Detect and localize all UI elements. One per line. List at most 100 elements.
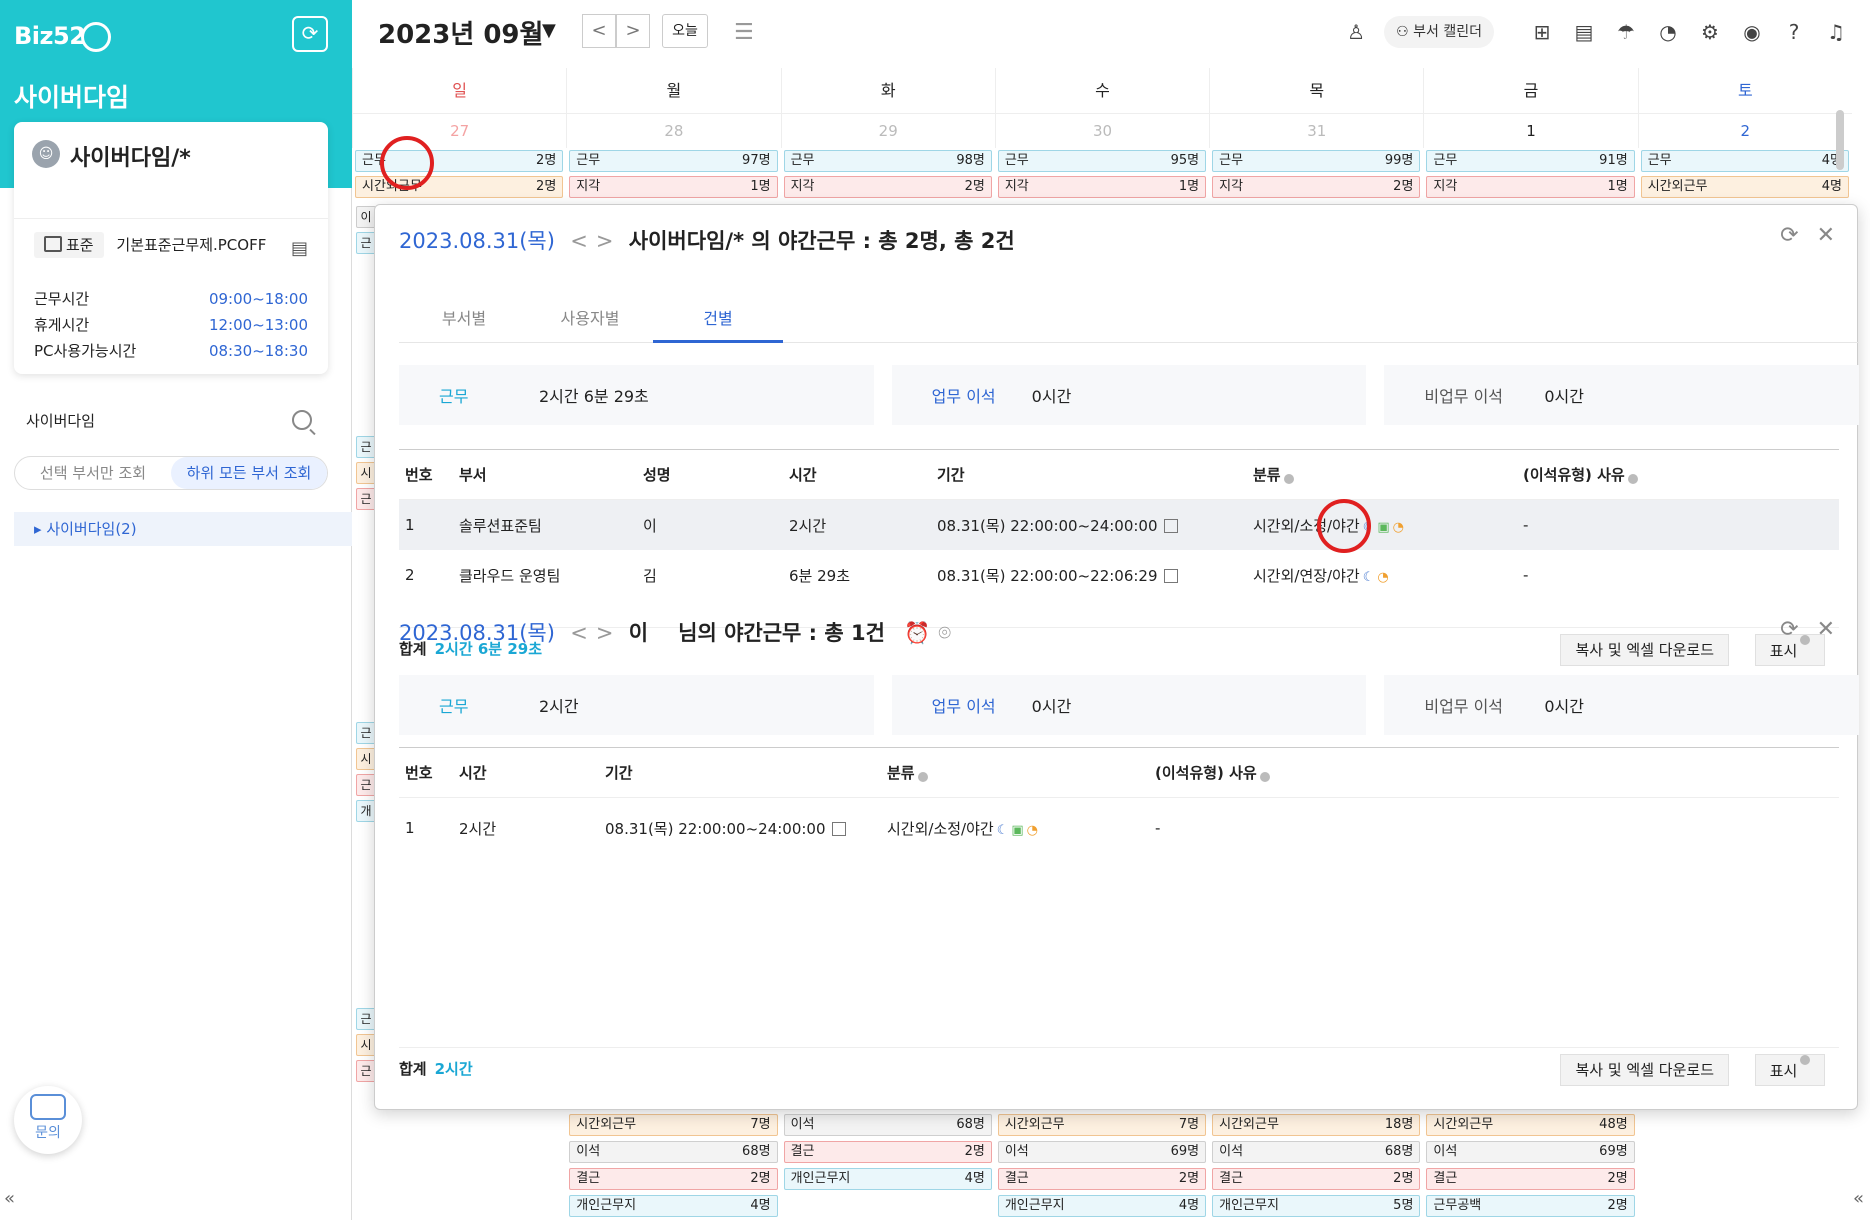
calendar-scrollbar[interactable] [1836,110,1844,170]
event-chip[interactable]: 시간외근무 7명 [569,1114,778,1136]
date-cell[interactable]: 31 [1209,114,1423,148]
close-icon[interactable]: ✕ [1817,223,1835,248]
table-row[interactable]: 1 솔루션표준팀 이 2시간 08.31(목) 22:00:00~24:00:0… [399,500,1839,550]
left-chip[interactable]: 근 [356,232,376,254]
alarm-icon[interactable]: ⏰ [904,621,930,645]
help-button[interactable]: 문의 [14,1086,82,1154]
next-date-icon[interactable]: > [596,621,614,645]
info-icon[interactable]: i [1627,474,1638,484]
list-icon[interactable]: ▤ [1570,18,1598,46]
event-chip[interactable]: 결근 2명 [783,1141,992,1163]
calendar-icon[interactable] [831,821,846,836]
event-chip[interactable]: 시간외근무 48명 [1426,1114,1635,1136]
event-chip[interactable]: 근무 99명 [1212,150,1421,172]
left-chip[interactable]: 근 [356,436,376,458]
person-icon[interactable]: ♙ [1342,18,1370,46]
event-chip[interactable]: 개인근무지 5명 [1212,1195,1421,1217]
search-icon[interactable] [292,410,312,430]
event-chip[interactable]: 이석 69명 [997,1141,1207,1163]
date-cell[interactable]: 2 [1637,114,1852,148]
date-cell[interactable]: 28 [566,114,780,148]
tab-by-dept[interactable]: 부서별 [399,295,529,343]
event-chip[interactable]: 근무 91명 [1426,150,1635,172]
dept-calendar-button[interactable]: ⚇ 부서 캘린더 [1384,16,1494,48]
event-chip[interactable]: 근무공백 2명 [1426,1195,1635,1217]
event-chip[interactable]: 근무 98명 [783,150,992,172]
left-chip[interactable]: 근 [356,1008,376,1030]
event-chip[interactable]: 이석 68명 [783,1114,992,1136]
app-logo[interactable]: Biz52 [14,22,112,52]
help-icon[interactable]: ? [1780,18,1808,46]
event-chip[interactable]: 이석 68명 [569,1141,778,1163]
date-cell[interactable]: 27 [352,114,566,148]
left-chip[interactable]: 개 [356,800,376,822]
date-cell[interactable]: 30 [994,114,1209,148]
event-chip[interactable]: 결근 2명 [997,1168,1207,1190]
event-chip[interactable]: 지각 2명 [783,176,992,198]
event-chip[interactable]: 결근 2명 [569,1168,778,1190]
calendar-icon[interactable] [1163,518,1178,533]
report-search-icon[interactable]: ⊞ [1528,18,1556,46]
excel-download-button[interactable]: 복사 및 엑셀 다운로드 [1560,1054,1729,1086]
tree-item-cyberdigm[interactable]: ▸ 사이버다임(2) [14,512,352,546]
info-icon[interactable]: i [1259,772,1270,782]
tab-by-user[interactable]: 사용자별 [525,295,655,343]
prev-date-icon[interactable]: < [570,229,588,253]
table-row[interactable]: 1 2시간 08.31(목) 22:00:00~24:00:00 시간외/소정/… [399,798,1839,858]
refresh-icon[interactable]: ⟳ [1780,223,1798,248]
date-cell[interactable]: 29 [780,114,995,148]
account-icon[interactable]: ◉ [1738,18,1766,46]
bell-icon[interactable]: ♫ [1822,18,1850,46]
collapse-right-button[interactable]: « [1853,1188,1864,1209]
event-chip[interactable]: 이석 69명 [1426,1141,1635,1163]
left-chip[interactable]: 이 [356,206,376,228]
left-chip[interactable]: 근 [356,1060,376,1082]
event-chip[interactable]: 지각 2명 [1212,176,1421,198]
prev-month-button[interactable]: < [582,14,616,48]
next-date-icon[interactable]: > [596,229,614,253]
event-chip[interactable]: 시간외근무 4명 [1640,176,1849,198]
sidebar-refresh-button[interactable]: ⟳ [292,16,328,52]
display-button[interactable]: 표시i [1755,1054,1825,1086]
event-chip[interactable]: 근무 4명 [1640,150,1849,172]
event-chip[interactable]: 지각 1명 [1426,176,1635,198]
umbrella-icon[interactable]: ☂ [1612,18,1640,46]
filter-icon[interactable]: ☰ [734,20,754,45]
pie-chart-icon[interactable]: ◔ [1654,18,1682,46]
date-cell[interactable]: 1 [1423,114,1637,148]
next-month-button[interactable]: > [616,14,650,48]
document-icon[interactable]: ▤ [291,238,308,259]
left-chip[interactable]: 시 [356,1034,376,1056]
prev-date-icon[interactable]: < [570,621,588,645]
month-title[interactable]: 2023년 09월 [378,14,543,51]
event-chip[interactable]: 개인근무지 4명 [569,1195,778,1217]
modal1-date[interactable]: 2023.08.31(목) [399,229,555,253]
event-chip[interactable]: 결근 2명 [1212,1168,1421,1190]
table-row[interactable]: 2 클라우드 운영팀 김 6분 29초 08.31(목) 22:00:00~22… [399,550,1839,600]
caret-down-icon[interactable]: ▼ [542,20,556,41]
scope-selected-only[interactable]: 선택 부서만 조회 [15,457,171,489]
left-chip[interactable]: 근 [356,774,376,796]
gear-icon[interactable]: ⚙ [1696,18,1724,46]
event-chip[interactable]: 개인근무지 4명 [997,1195,1207,1217]
event-chip[interactable]: 근무 95명 [997,150,1207,172]
close-icon[interactable]: ✕ [1817,617,1835,642]
scope-all-sub[interactable]: 하위 모든 부서 조회 [171,457,327,489]
event-chip[interactable]: 이석 68명 [1212,1141,1421,1163]
location-pin-icon[interactable]: ⌾ [938,621,951,645]
event-chip[interactable]: 시간외근무 7명 [997,1114,1207,1136]
info-icon[interactable]: i [1283,474,1294,484]
tab-by-case[interactable]: 건별 [653,295,783,343]
event-chip[interactable]: 지각 1명 [569,176,778,198]
refresh-icon[interactable]: ⟳ [1780,617,1798,642]
info-icon[interactable]: i [917,772,928,782]
modal2-date[interactable]: 2023.08.31(목) [399,621,555,645]
left-chip[interactable]: 시 [356,748,376,770]
collapse-sidebar-button[interactable]: « [4,1188,15,1209]
calendar-icon[interactable] [1163,568,1178,583]
event-chip[interactable]: 지각 1명 [997,176,1207,198]
event-chip[interactable]: 결근 2명 [1426,1168,1635,1190]
event-chip[interactable]: 근무 97명 [569,150,778,172]
left-chip[interactable]: 근 [356,722,376,744]
event-chip[interactable]: 개인근무지 4명 [783,1168,992,1190]
